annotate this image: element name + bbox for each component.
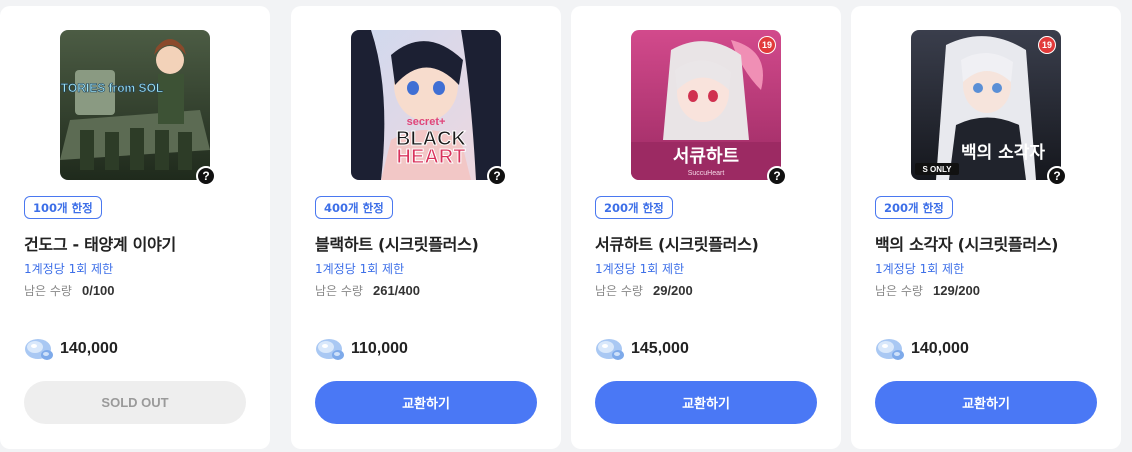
stock-label: 남은 수량 bbox=[315, 284, 363, 298]
price: 140,000 bbox=[60, 340, 118, 357]
stock-value: 129/200 bbox=[932, 283, 980, 298]
question-icon[interactable]: ? bbox=[487, 166, 507, 186]
stock-label: 남은 수량 bbox=[875, 284, 923, 298]
age-19-badge: 19 bbox=[758, 36, 776, 54]
gundog-cover-art: STORIES from SOL bbox=[60, 30, 210, 180]
gem-currency-icon bbox=[596, 339, 624, 360]
question-icon[interactable]: ? bbox=[767, 166, 787, 186]
price-row: 110,000 bbox=[315, 336, 408, 362]
product-card-blackheart: secret+ BLACK HEART ? 400개 한정 블랙하트 (시크릿플… bbox=[291, 6, 561, 449]
product-title: 백의 소각자 (시크릿플러스) bbox=[875, 235, 1059, 254]
stock-label: 남은 수량 bbox=[595, 284, 643, 298]
stock-value: 29/200 bbox=[652, 283, 693, 298]
blackheart-cover-art: secret+ BLACK HEART bbox=[351, 30, 501, 180]
price-row: 140,000 bbox=[24, 336, 118, 362]
question-icon[interactable]: ? bbox=[1047, 166, 1067, 186]
per-account-limit: 1계정당 1회 제한 bbox=[875, 262, 965, 276]
limit-badge: 100개 한정 bbox=[24, 196, 102, 219]
per-account-limit: 1계정당 1회 제한 bbox=[24, 262, 114, 276]
price: 145,000 bbox=[631, 340, 689, 357]
product-title: 블랙하트 (시크릿플러스) bbox=[315, 235, 479, 254]
price-row: 145,000 bbox=[595, 336, 689, 362]
price-row: 140,000 bbox=[875, 336, 969, 362]
stock-label: 남은 수량 bbox=[24, 284, 72, 298]
exchange-button[interactable]: 교환하기 bbox=[315, 381, 537, 424]
price: 140,000 bbox=[911, 340, 969, 357]
gem-currency-icon bbox=[876, 339, 904, 360]
stock-row: 남은 수량 261/400 bbox=[315, 282, 420, 299]
product-card-succuheart: 서큐하트 SuccuHeart 19 ? 200개 한정 서큐하트 (시크릿플러… bbox=[571, 6, 841, 449]
thumb-subtext: SuccuHeart bbox=[688, 170, 725, 177]
stock-row: 남은 수량 129/200 bbox=[875, 282, 980, 299]
limit-badge: 200개 한정 bbox=[875, 196, 953, 219]
age-19-badge: 19 bbox=[1038, 36, 1056, 54]
succuheart-cover-art: 서큐하트 SuccuHeart bbox=[631, 30, 781, 180]
product-title: 건도그 - 태양계 이야기 bbox=[24, 235, 176, 254]
limit-badge: 400개 한정 bbox=[315, 196, 393, 219]
product-card-gundog: STORIES from SOL ? 100개 한정 건도그 - 태양계 이야기… bbox=[0, 6, 270, 449]
stock-value: 0/100 bbox=[81, 283, 115, 298]
product-thumbnail[interactable]: STORIES from SOL bbox=[60, 30, 210, 180]
per-account-limit: 1계정당 1회 제한 bbox=[595, 262, 685, 276]
thumb-text: 백의 소각자 bbox=[961, 143, 1045, 163]
gem-currency-icon bbox=[25, 339, 53, 360]
per-account-limit: 1계정당 1회 제한 bbox=[315, 262, 405, 276]
thumb-text: 서큐하트 bbox=[673, 146, 739, 167]
product-thumbnail[interactable]: 백의 소각자 S ONLY 19 bbox=[911, 30, 1061, 180]
white-incinerator-cover-art: 백의 소각자 S ONLY bbox=[911, 30, 1061, 180]
exchange-button[interactable]: 교환하기 bbox=[595, 381, 817, 424]
stock-row: 남은 수량 0/100 bbox=[24, 282, 115, 299]
product-thumbnail[interactable]: 서큐하트 SuccuHeart 19 bbox=[631, 30, 781, 180]
gem-currency-icon bbox=[316, 339, 344, 360]
stock-row: 남은 수량 29/200 bbox=[595, 282, 693, 299]
question-icon[interactable]: ? bbox=[196, 166, 216, 186]
limit-badge: 200개 한정 bbox=[595, 196, 673, 219]
price: 110,000 bbox=[351, 340, 408, 357]
thumb-subtext: secret+ bbox=[407, 116, 446, 128]
exchange-button[interactable]: 교환하기 bbox=[875, 381, 1097, 424]
product-title: 서큐하트 (시크릿플러스) bbox=[595, 235, 759, 254]
stock-value: 261/400 bbox=[372, 283, 420, 298]
thumb-text: STORIES from SOL bbox=[60, 81, 163, 95]
thumb-subtext: S ONLY bbox=[922, 165, 952, 174]
product-card-white-incinerator: 백의 소각자 S ONLY 19 ? 200개 한정 백의 소각자 (시크릿플러… bbox=[851, 6, 1121, 449]
svg-text:HEART: HEART bbox=[397, 146, 466, 168]
product-thumbnail[interactable]: secret+ BLACK HEART bbox=[351, 30, 501, 180]
sold-out-button: SOLD OUT bbox=[24, 381, 246, 424]
